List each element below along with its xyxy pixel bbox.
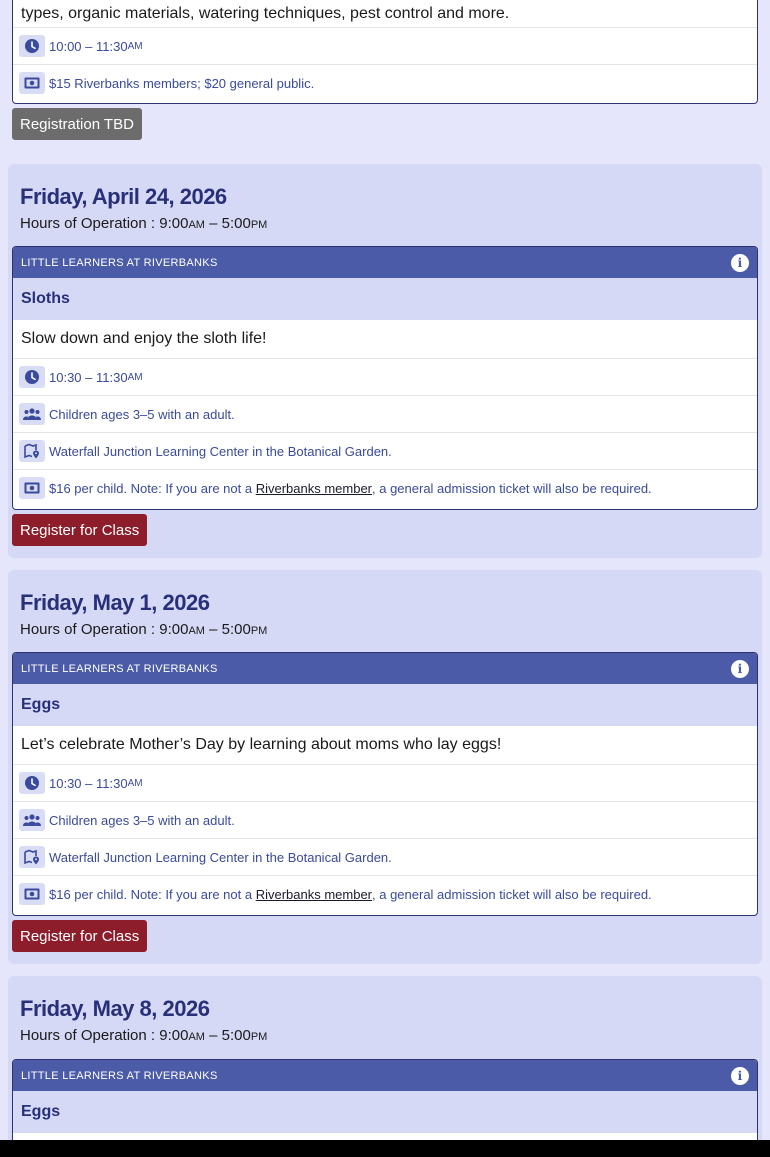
date-heading: Friday, April 24, 2026 bbox=[20, 184, 227, 209]
riverbanks-member-link[interactable]: Riverbanks member bbox=[256, 887, 372, 902]
clock-icon bbox=[19, 366, 45, 388]
top-class-card: types, organic materials, watering techn… bbox=[12, 0, 758, 104]
info-icon[interactable]: i bbox=[731, 1066, 749, 1085]
location-row: Waterfall Junction Learning Center in th… bbox=[13, 432, 757, 469]
map-pin-icon bbox=[19, 846, 45, 868]
class-title: Eggs bbox=[13, 1091, 757, 1133]
class-category-header: LITTLE LEARNERS AT RIVERBANKS i bbox=[13, 653, 757, 684]
group-icon bbox=[19, 403, 45, 425]
money-icon bbox=[19, 477, 45, 499]
bottom-bar bbox=[0, 1140, 770, 1157]
class-description: types, organic materials, watering techn… bbox=[21, 5, 510, 22]
map-pin-icon bbox=[19, 440, 45, 462]
time-row: 10:00 – 11:30 AM bbox=[13, 27, 757, 64]
class-card: LITTLE LEARNERS AT RIVERBANKS i Eggs Let… bbox=[12, 652, 758, 916]
clock-icon bbox=[19, 772, 45, 794]
info-icon[interactable]: i bbox=[731, 659, 749, 678]
price-row: $15 Riverbanks members; $20 general publ… bbox=[13, 64, 757, 101]
date-heading: Friday, May 8, 2026 bbox=[20, 996, 210, 1021]
hours-of-operation: Hours of Operation : 9:00AM – 5:00PM bbox=[20, 621, 268, 638]
group-icon bbox=[19, 809, 45, 831]
price-row: $16 per child. Note: If you are not a Ri… bbox=[13, 469, 757, 506]
location-row: Waterfall Junction Learning Center in th… bbox=[13, 838, 757, 875]
class-title: Sloths bbox=[13, 278, 757, 320]
class-category-header: LITTLE LEARNERS AT RIVERBANKS i bbox=[13, 1060, 757, 1091]
time-row: 10:30 – 11:30 AM bbox=[13, 764, 757, 801]
audience-row: Children ages 3–5 with an adult. bbox=[13, 801, 757, 838]
register-for-class-button[interactable]: Register for Class bbox=[12, 514, 148, 546]
riverbanks-member-link[interactable]: Riverbanks member bbox=[256, 481, 372, 496]
class-description: Slow down and enjoy the sloth life! bbox=[21, 330, 267, 347]
price-row: $16 per child. Note: If you are not a Ri… bbox=[13, 875, 757, 912]
time-row: 10:30 – 11:30 AM bbox=[13, 358, 757, 395]
money-icon bbox=[19, 883, 45, 905]
class-category-header: LITTLE LEARNERS AT RIVERBANKS i bbox=[13, 247, 757, 278]
money-icon bbox=[19, 72, 45, 94]
registration-tbd-button[interactable]: Registration TBD bbox=[12, 108, 142, 140]
class-card: LITTLE LEARNERS AT RIVERBANKS i Sloths S… bbox=[12, 246, 758, 510]
date-heading: Friday, May 1, 2026 bbox=[20, 590, 210, 615]
class-title: Eggs bbox=[13, 684, 757, 726]
audience-row: Children ages 3–5 with an adult. bbox=[13, 395, 757, 432]
info-icon[interactable]: i bbox=[731, 253, 749, 272]
register-for-class-button[interactable]: Register for Class bbox=[12, 920, 148, 952]
clock-icon bbox=[19, 35, 45, 57]
class-description: Let’s celebrate Mother’s Day by learning… bbox=[21, 736, 502, 753]
hours-of-operation: Hours of Operation : 9:00AM – 5:00PM bbox=[20, 1027, 268, 1044]
hours-of-operation: Hours of Operation : 9:00AM – 5:00PM bbox=[20, 215, 268, 232]
